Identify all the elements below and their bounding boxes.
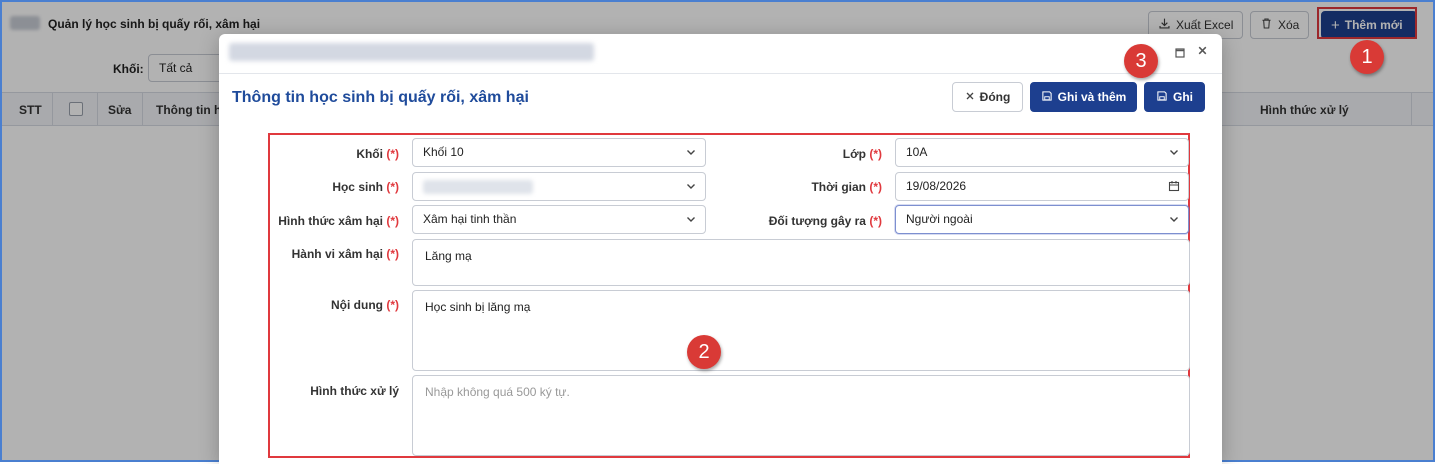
student-info-dialog: 3 Thông tin học sinh bị quấy rối, xâm hạ… (219, 34, 1222, 464)
abuse-behavior-label-text: Hành vi xâm hại (291, 247, 383, 261)
chevron-down-icon (1170, 217, 1178, 222)
grade-select-value: Khối 10 (423, 145, 464, 159)
save-and-add-button[interactable]: Ghi và thêm (1030, 82, 1137, 112)
abuse-type-select[interactable]: Xâm hại tinh thần (412, 205, 706, 234)
save-label: Ghi (1173, 90, 1193, 104)
date-input-value: 19/08/2026 (906, 179, 967, 193)
content-textarea[interactable]: Học sinh bị lăng mạ (412, 290, 1190, 371)
student-select[interactable] (412, 172, 706, 201)
content-label-text: Nội dung (331, 298, 383, 312)
handling-label: Hình thức xử lý (259, 384, 399, 398)
perpetrator-label: Đối tượng gây ra (*) (742, 214, 882, 228)
abuse-type-label-text: Hình thức xâm hại (278, 214, 383, 228)
save-icon (1041, 90, 1053, 105)
close-button-label: Đóng (979, 90, 1011, 104)
required-mark: (*) (386, 298, 399, 312)
abuse-behavior-textarea[interactable]: Lăng mạ (412, 239, 1190, 286)
date-input[interactable]: 19/08/2026 (895, 172, 1189, 201)
time-label-text: Thời gian (811, 180, 866, 194)
abuse-type-label: Hình thức xâm hại (*) (259, 214, 399, 228)
grade-label-text: Khối (356, 147, 383, 161)
annotation-badge-2: 2 (687, 335, 721, 369)
save-icon (1156, 90, 1168, 105)
required-mark: (*) (869, 147, 882, 161)
dialog-window-title (229, 43, 594, 61)
student-label-text: Học sinh (332, 180, 383, 194)
perpetrator-select-value: Người ngoài (906, 212, 973, 226)
required-mark: (*) (386, 214, 399, 228)
close-button[interactable]: Đóng (952, 82, 1023, 112)
annotation-badge-3: 3 (1124, 44, 1158, 78)
maximize-icon[interactable] (1175, 46, 1185, 61)
grade-select[interactable]: Khối 10 (412, 138, 706, 167)
abuse-behavior-label: Hành vi xâm hại (*) (259, 247, 399, 261)
grade-label: Khối (*) (279, 147, 399, 161)
class-select-value: 10A (906, 145, 928, 159)
annotation-badge-1: 1 (1350, 40, 1384, 74)
required-mark: (*) (386, 147, 399, 161)
calendar-icon[interactable] (1168, 180, 1180, 192)
perpetrator-select[interactable]: Người ngoài (895, 205, 1189, 234)
handling-textarea[interactable]: Nhập không quá 500 ký tự. (412, 375, 1190, 456)
save-button[interactable]: Ghi (1144, 82, 1205, 112)
chevron-down-icon (687, 150, 695, 155)
class-label-text: Lớp (842, 147, 866, 161)
required-mark: (*) (386, 180, 399, 194)
time-label: Thời gian (*) (762, 180, 882, 194)
required-mark: (*) (869, 214, 882, 228)
close-icon[interactable] (1197, 44, 1208, 59)
student-label: Học sinh (*) (279, 180, 399, 194)
dialog-heading: Thông tin học sinh bị quấy rối, xâm hại (232, 89, 529, 106)
save-and-add-label: Ghi và thêm (1057, 90, 1127, 104)
class-select[interactable]: 10A (895, 138, 1189, 167)
required-mark: (*) (869, 180, 882, 194)
student-name-redacted (423, 180, 533, 194)
required-mark: (*) (386, 247, 399, 261)
dialog-titlebar (219, 34, 1222, 74)
handling-label-text: Hình thức xử lý (310, 384, 399, 398)
chevron-down-icon (687, 184, 695, 189)
x-icon (965, 90, 975, 104)
class-label: Lớp (*) (762, 147, 882, 161)
abuse-type-select-value: Xâm hại tinh thần (423, 212, 517, 226)
chevron-down-icon (1170, 150, 1178, 155)
perpetrator-label-text: Đối tượng gây ra (768, 214, 866, 228)
chevron-down-icon (687, 217, 695, 222)
content-label: Nội dung (*) (259, 298, 399, 312)
